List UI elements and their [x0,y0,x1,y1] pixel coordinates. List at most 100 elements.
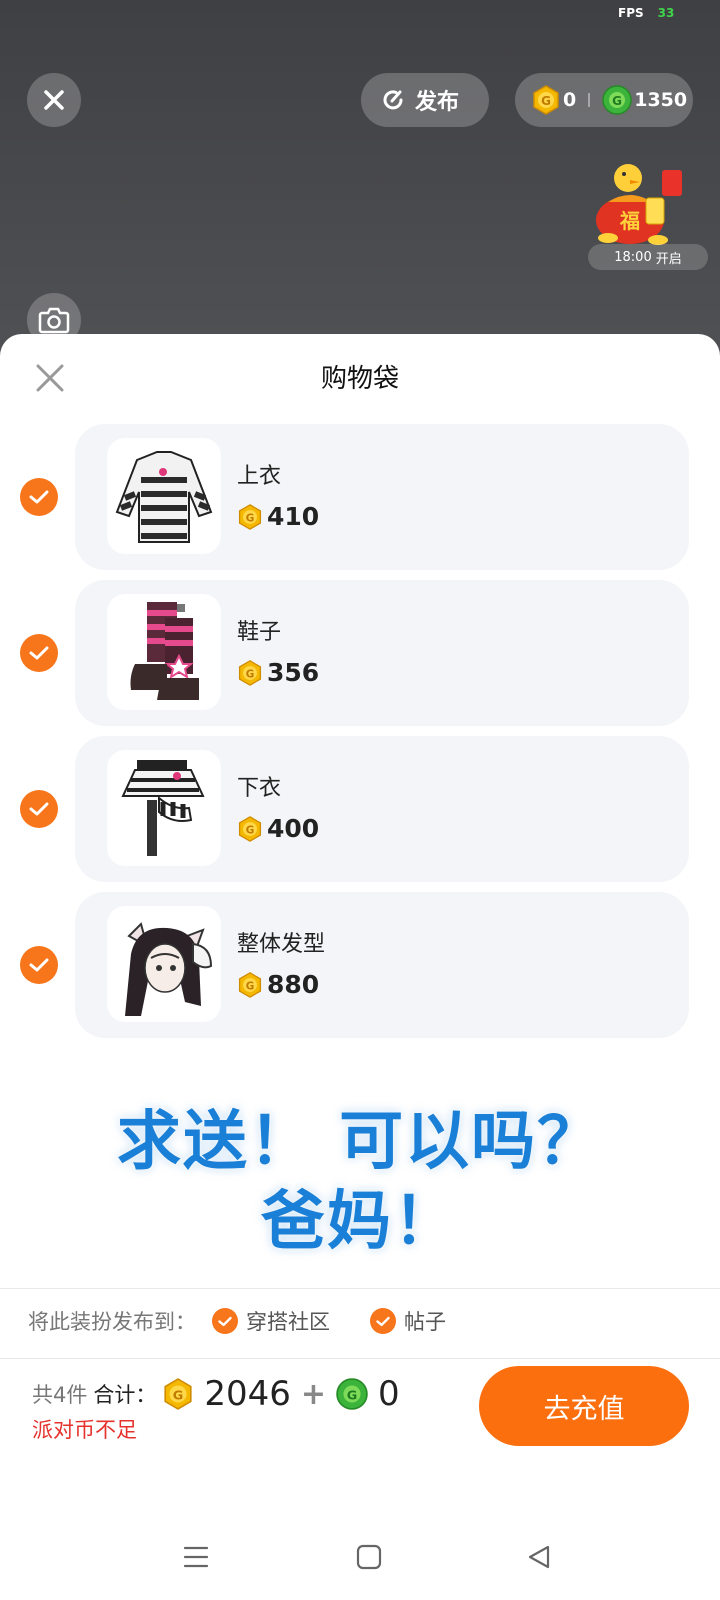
item-price: G 400 [237,814,319,843]
top-garment-image [115,451,213,543]
item-card[interactable]: 整体发型 G 880 [75,892,689,1038]
game-background: FPS 33 发布 G 0 G 1350 福 18:00 开启 [0,0,720,360]
publish-option-post[interactable]: 帖子 [370,1306,446,1336]
item-name: 上衣 [237,464,282,489]
menu-icon[interactable] [182,1544,210,1570]
svg-text:G: G [347,1388,358,1403]
check-icon [218,1316,232,1326]
svg-text:G: G [173,1388,184,1403]
total-label: 合计： [93,1383,157,1407]
event-time: 18:00 [614,249,652,265]
order-summary: 共4件 合计： G 2046 + G 0 [32,1374,400,1414]
publish-option-community[interactable]: 穿搭社区 [212,1306,330,1336]
recharge-button[interactable]: 去充值 [479,1366,689,1446]
item-count: 共4件 [32,1383,88,1407]
divider [0,1358,720,1359]
insufficient-warning: 派对币不足 [32,1418,137,1442]
item-checkbox[interactable] [20,946,58,984]
bottoms-image [121,760,205,856]
publish-to-row: 将此装扮发布到： 穿搭社区 帖子 [28,1306,446,1336]
gold-coin-icon: G [238,815,262,842]
cart-item[interactable]: 上衣 G 410 [0,424,720,570]
svg-text:G: G [541,94,551,108]
shoes-image [130,602,199,700]
check-icon [376,1316,390,1326]
fps-label: FPS [618,6,644,20]
sheet-title: 购物袋 [320,364,399,394]
event-lucky-bag[interactable]: 福 18:00 开启 [588,150,708,270]
check-icon [29,802,49,816]
gold-coin-icon: G [238,503,262,530]
item-card[interactable]: 鞋子 G 356 [75,580,689,726]
option-checkbox[interactable] [370,1308,396,1334]
close-icon [44,90,64,110]
event-status: 开启 [655,251,682,267]
svg-text:G: G [246,512,255,524]
green-balance: 1350 [634,89,688,111]
overlay-text-line1: 求送！ 可以吗？ [116,1105,604,1179]
close-button[interactable] [27,73,81,127]
item-checkbox[interactable] [20,634,58,672]
svg-text:G: G [246,980,255,992]
publish-to-label: 将此装扮发布到： [28,1310,196,1334]
price-value: 400 [267,814,320,843]
item-card[interactable]: 下衣 G 400 [75,736,689,882]
item-card[interactable]: 上衣 G 410 [75,424,689,570]
overlay-text-line2: 爸妈！ [261,1185,459,1259]
gold-total: 2046 [204,1374,291,1414]
system-nav-bar [0,1514,720,1600]
fps-value: 33 [657,6,675,20]
item-price: G 880 [237,970,319,999]
price-value: 410 [267,502,320,531]
item-checkbox[interactable] [20,478,58,516]
gold-coin-icon: G [238,971,262,998]
publish-button[interactable]: 发布 [361,73,489,127]
item-name: 整体发型 [237,932,326,957]
cart-item[interactable]: 整体发型 G 880 [0,892,720,1038]
camera-icon [38,307,70,334]
option-checkbox[interactable] [212,1308,238,1334]
item-thumbnail [107,750,221,866]
option-label: 帖子 [404,1310,446,1334]
refresh-publish-icon [383,90,403,110]
publish-label: 发布 [415,90,460,115]
item-checkbox[interactable] [20,790,58,828]
check-icon [29,958,49,972]
back-triangle-icon[interactable] [526,1544,552,1570]
event-countdown: 18:00 开启 [588,244,708,270]
price-value: 880 [267,970,320,999]
home-square-icon[interactable] [356,1544,382,1570]
check-icon [29,490,49,504]
fps-counter: FPS 33 [618,6,674,20]
item-price: G 356 [237,658,319,687]
green-coin-icon: G [336,1378,368,1410]
svg-text:福: 福 [619,209,640,233]
price-value: 356 [267,658,320,687]
shopping-bag-sheet: 购物袋 上衣 G 410 鞋子 G 356 下衣 G 400 整体发型 G 88… [0,334,720,1600]
svg-text:G: G [612,94,622,108]
plus-sign: + [300,1376,327,1412]
gold-coin-icon: G [238,659,262,686]
lucky-bag-icon: 福 [596,164,682,245]
cart-item[interactable]: 下衣 G 400 [0,736,720,882]
divider [588,93,591,107]
item-thumbnail [107,438,221,554]
item-name: 下衣 [237,776,282,801]
item-name: 鞋子 [237,620,282,645]
hairstyle-image [125,922,213,1016]
gold-coin-icon: G [533,85,559,115]
check-icon [29,646,49,660]
item-thumbnail [107,594,221,710]
item-thumbnail [107,906,221,1022]
currency-balance[interactable]: G 0 G 1350 [515,73,693,127]
gold-coin-icon: G [164,1378,192,1410]
green-coin-icon: G [602,85,632,115]
cart-item[interactable]: 鞋子 G 356 [0,580,720,726]
green-total: 0 [378,1374,400,1414]
gold-balance: 0 [563,89,577,111]
item-price: G 410 [237,502,319,531]
option-label: 穿搭社区 [246,1310,330,1334]
svg-text:G: G [246,824,255,836]
svg-text:G: G [246,668,255,680]
divider [0,1288,720,1289]
